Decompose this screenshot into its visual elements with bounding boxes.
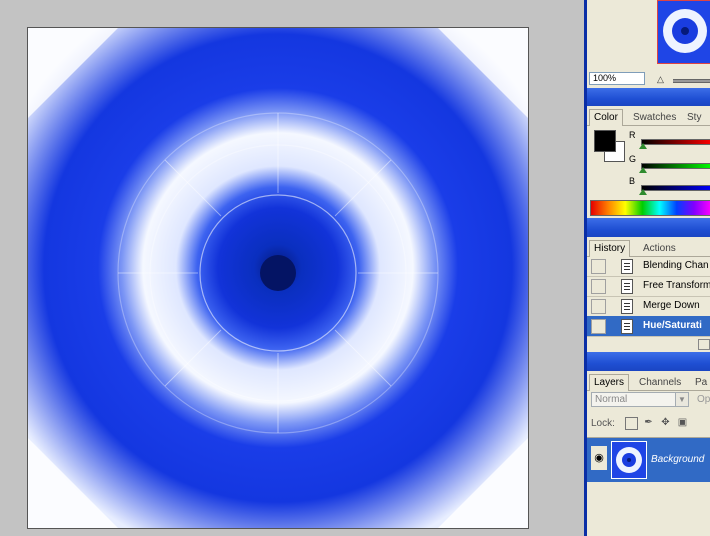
zoom-slider[interactable]: [673, 79, 710, 83]
history-menu-button[interactable]: [698, 339, 710, 350]
panel-dock: 100% △ Color Swatches Sty R G B History …: [584, 0, 710, 536]
document-canvas[interactable]: [27, 27, 529, 529]
chevron-down-icon[interactable]: ▼: [675, 392, 689, 407]
lock-label: Lock:: [591, 418, 615, 429]
tab-channels[interactable]: Channels: [635, 375, 685, 390]
green-slider-knob[interactable]: [639, 167, 647, 173]
tab-history[interactable]: History: [589, 240, 631, 257]
color-panel-tabs: Color Swatches Sty: [587, 108, 710, 126]
blue-slider-knob[interactable]: [639, 189, 647, 195]
navigator-panel: 100% △: [587, 0, 710, 88]
history-item[interactable]: Merge Down: [587, 296, 710, 317]
canvas-area[interactable]: [0, 0, 584, 536]
zoom-field[interactable]: 100%: [589, 72, 645, 85]
history-panel-titlebar[interactable]: [587, 218, 710, 237]
history-state-icon: [621, 279, 633, 294]
layer-row-background[interactable]: ◉ Background: [587, 437, 710, 482]
lock-paint-icon[interactable]: ✒: [643, 417, 654, 428]
lock-transparency-icon[interactable]: [625, 417, 638, 430]
tab-swatches[interactable]: Swatches: [629, 110, 680, 125]
tab-styles[interactable]: Sty: [683, 110, 705, 125]
layer-name: Background: [651, 454, 705, 465]
tab-actions[interactable]: Actions: [639, 241, 680, 256]
history-state-icon: [621, 259, 633, 274]
color-spectrum-bar[interactable]: [590, 200, 710, 216]
history-state-icon: [621, 299, 633, 314]
history-item-selected[interactable]: Hue/Saturati: [587, 316, 710, 337]
navigator-thumbnail[interactable]: [657, 0, 710, 64]
color-panel: Color Swatches Sty R G B: [587, 106, 710, 218]
zoom-out-icon[interactable]: △: [657, 74, 664, 85]
red-slider-knob[interactable]: [639, 143, 647, 149]
tab-layers[interactable]: Layers: [589, 374, 630, 391]
history-panel: History Actions Blending Chan Free Trans…: [587, 237, 710, 352]
kaleidoscope-image: [28, 28, 528, 528]
lock-all-icon[interactable]: ▣: [677, 417, 688, 428]
layers-panel: Layers Channels Pa Normal ▼ Op Lock: ✒ ✥…: [587, 371, 710, 536]
tab-paths[interactable]: Pa: [691, 375, 710, 390]
history-item[interactable]: Blending Chan: [587, 256, 710, 277]
opacity-label: Op: [697, 394, 710, 405]
history-state-icon: [621, 319, 633, 334]
color-panel-titlebar[interactable]: [587, 88, 710, 106]
tab-color[interactable]: Color: [589, 109, 623, 126]
layers-panel-titlebar[interactable]: [587, 352, 710, 371]
eye-icon[interactable]: ◉: [591, 446, 607, 470]
lock-move-icon[interactable]: ✥: [660, 417, 671, 428]
layer-thumbnail: [611, 441, 647, 479]
layers-panel-tabs: Layers Channels Pa: [587, 373, 710, 391]
history-item[interactable]: Free Transform: [587, 276, 710, 297]
foreground-color-swatch[interactable]: [594, 130, 616, 152]
history-panel-tabs: History Actions: [587, 239, 710, 257]
